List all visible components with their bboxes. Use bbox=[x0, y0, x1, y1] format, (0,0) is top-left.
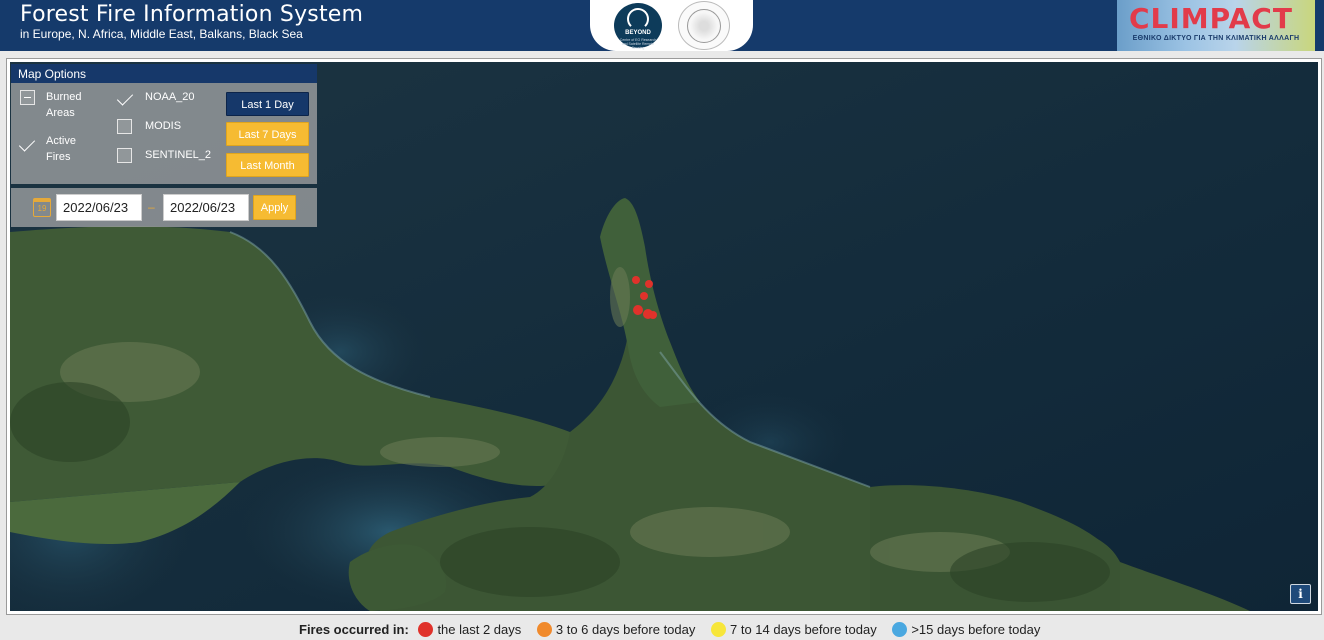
climpact-tagline: ΕΘΝΙΚΟ ΔΙΚΤΥΟ ΓΙΑ ΤΗΝ ΚΛΙΜΑΤΙΚΗ ΑΛΛΑΓΗ bbox=[1132, 35, 1300, 42]
fire-hotspots[interactable] bbox=[632, 276, 657, 319]
date-range-bar: 19 – Apply bbox=[11, 188, 317, 227]
climpact-logo[interactable]: CLIMPACT ΕΘΝΙΚΟ ΔΙΚΤΥΟ ΓΙΑ ΤΗΝ ΚΛΙΜΑΤΙΚΗ… bbox=[1117, 0, 1315, 51]
fire-marker bbox=[640, 292, 648, 300]
climpact-logo-text: CLIMPACT bbox=[1129, 2, 1293, 35]
fire-marker bbox=[632, 276, 640, 284]
map-options-body: Burned Areas Active Fires NOAA_20 MODIS … bbox=[11, 83, 317, 184]
beyond-logo-icon[interactable]: BEYOND Centre of EO Research and Satelli… bbox=[612, 1, 664, 50]
orange-dot-icon bbox=[536, 622, 552, 637]
burned-areas-checkbox[interactable] bbox=[20, 90, 35, 105]
header-bar: Forest Fire Information System in Europe… bbox=[0, 0, 1324, 51]
burned-areas-label[interactable]: Burned Areas bbox=[46, 89, 81, 121]
app-subtitle: in Europe, N. Africa, Middle East, Balka… bbox=[20, 27, 303, 41]
calendar-icon[interactable]: 19 bbox=[33, 198, 51, 217]
modis-label[interactable]: MODIS bbox=[145, 118, 181, 134]
modis-checkbox[interactable] bbox=[117, 119, 132, 134]
yellow-dot-icon bbox=[711, 622, 726, 637]
noaa20-check-icon[interactable] bbox=[116, 91, 134, 107]
last-7-days-button[interactable]: Last 7 Days bbox=[226, 122, 309, 146]
map-options-panel: Map Options Burned Areas Active Fires NO… bbox=[11, 64, 317, 227]
blue-dot-icon bbox=[892, 622, 908, 637]
legend-item-15-days: >15 days before today bbox=[892, 622, 1040, 637]
sentinel2-label[interactable]: SENTINEL_2 bbox=[145, 147, 211, 163]
sentinel2-checkbox[interactable] bbox=[117, 148, 132, 163]
legend-title: Fires occurred in: bbox=[299, 622, 409, 637]
legend-item-3-6-days: 3 to 6 days before today bbox=[536, 622, 695, 637]
last-1-day-button[interactable]: Last 1 Day bbox=[226, 92, 309, 116]
last-month-button[interactable]: Last Month bbox=[226, 153, 309, 177]
app-title: Forest Fire Information System bbox=[20, 2, 364, 27]
observatory-seal-icon[interactable] bbox=[678, 1, 730, 50]
legend-item-last-2-days: the last 2 days bbox=[418, 622, 521, 637]
date-to-input[interactable] bbox=[163, 194, 249, 221]
red-dot-icon bbox=[418, 622, 434, 637]
noaa20-label[interactable]: NOAA_20 bbox=[145, 89, 195, 105]
active-fires-check-icon[interactable] bbox=[18, 137, 36, 153]
info-button[interactable]: i bbox=[1290, 584, 1311, 604]
date-from-input[interactable] bbox=[56, 194, 142, 221]
apply-button[interactable]: Apply bbox=[253, 195, 296, 220]
fire-marker bbox=[633, 305, 643, 315]
legend-item-7-14-days: 7 to 14 days before today bbox=[711, 622, 877, 637]
fire-marker bbox=[649, 311, 657, 319]
active-fires-label[interactable]: Active Fires bbox=[46, 133, 76, 165]
fire-legend: Fires occurred in: the last 2 days 3 to … bbox=[0, 619, 1324, 640]
map-options-title[interactable]: Map Options bbox=[11, 64, 317, 83]
partner-logos: BEYOND Centre of EO Research and Satelli… bbox=[590, 0, 753, 51]
fire-marker bbox=[645, 280, 653, 288]
date-range-separator: – bbox=[148, 200, 155, 214]
